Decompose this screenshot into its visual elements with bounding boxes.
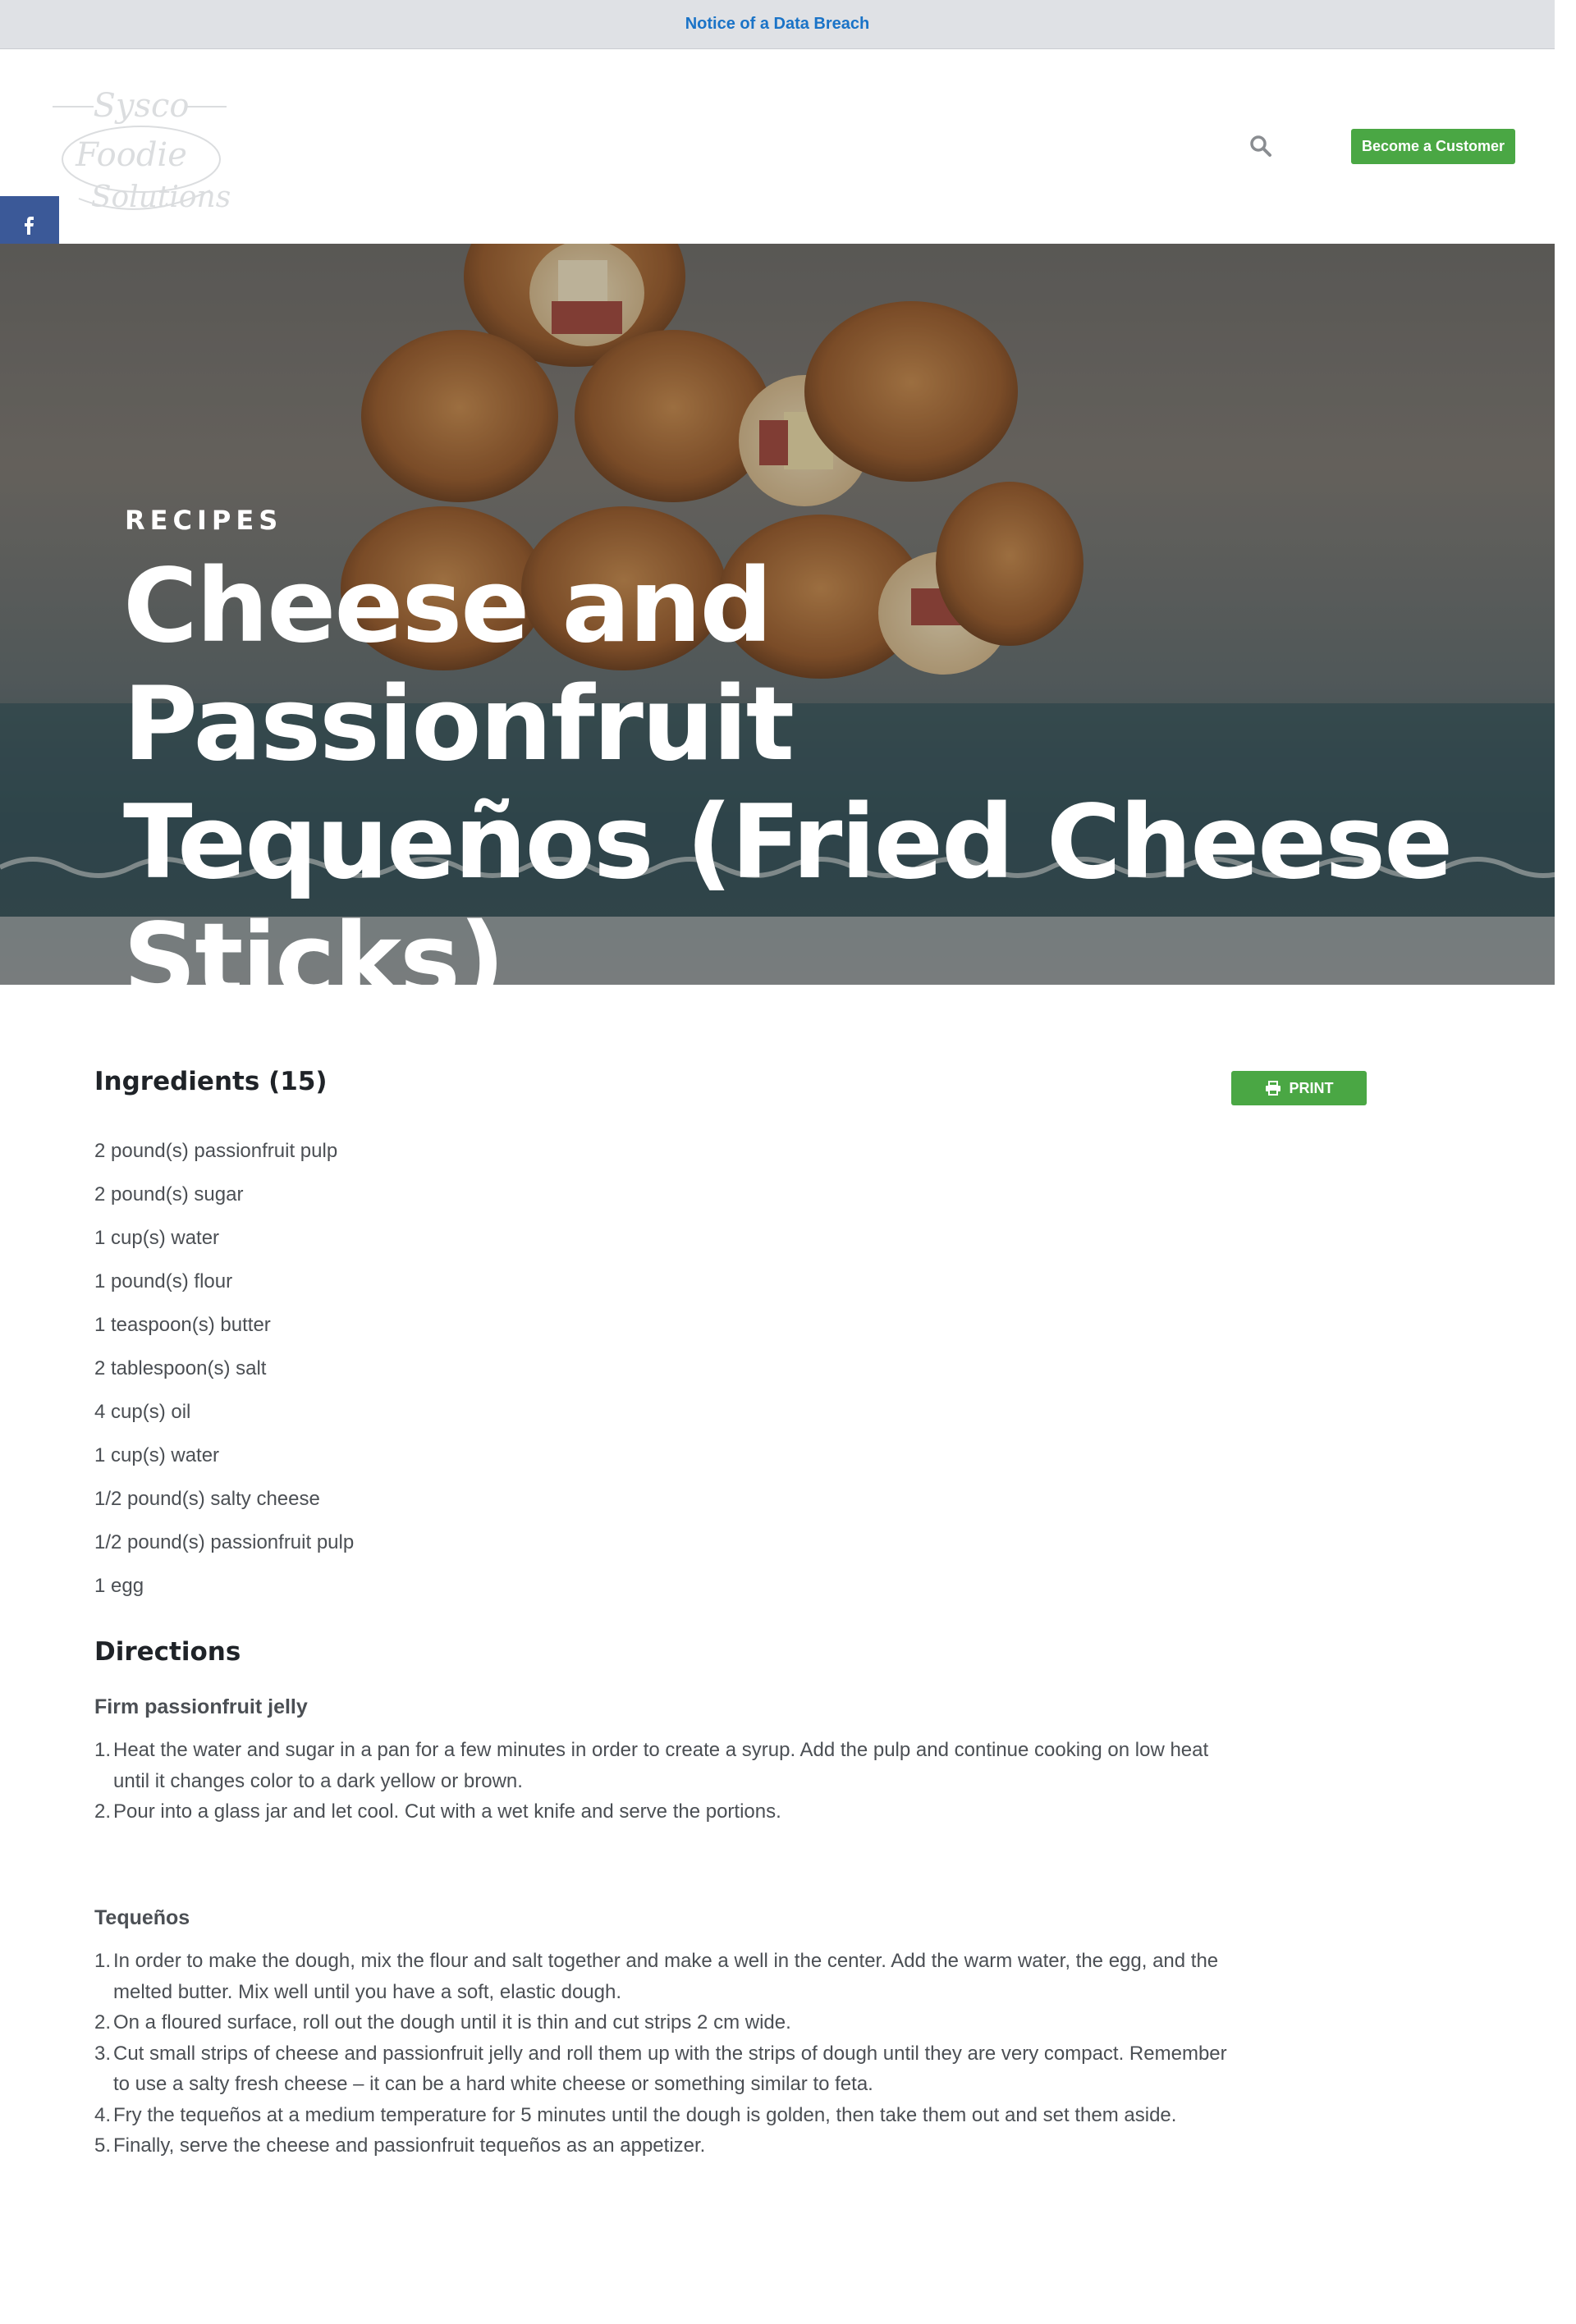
direction-step: 5. Finally, serve the cheese and passionf…	[94, 2134, 706, 2157]
direction-step: 1. Heat the water and sugar in a pan for …	[94, 1739, 1209, 1792]
printer-icon	[1265, 1081, 1280, 1096]
ingredient-item: 1 cup(s) water	[94, 1227, 220, 1249]
ingredient-item: 1 pound(s) flour	[94, 1270, 233, 1292]
data-breach-notice-link[interactable]: Notice of a Data Breach	[685, 15, 870, 34]
ingredient-item: 2 tablespoon(s) salt	[94, 1357, 267, 1379]
ingredient-item: 1 egg	[94, 1575, 144, 1597]
direction-step-text: In order to make the dough, mix the flou…	[113, 1950, 1219, 2003]
directions-step-list: 1. In order to make the dough, mix the fl…	[94, 1946, 1235, 2162]
ingredient-item: 2 pound(s) sugar	[94, 1183, 244, 1205]
ingredient-item: 1 teaspoon(s) butter	[94, 1314, 271, 1336]
logo-line-2: Foodie	[75, 136, 187, 174]
ingredient-item: 4 cup(s) oil	[94, 1401, 191, 1423]
direction-step: 2. Pour into a glass jar and let cool. Cu…	[94, 1800, 781, 1823]
direction-step-text: Pour into a glass jar and let cool. Cut …	[113, 1800, 781, 1823]
ingredient-item: 1 cup(s) water	[94, 1444, 220, 1466]
recipe-title-line-2: Tequeños (Fried Cheese	[123, 784, 1453, 902]
print-button[interactable]: PRINT	[1231, 1071, 1367, 1105]
search-button[interactable]	[1244, 130, 1277, 162]
direction-step-text: Finally, serve the cheese and passionfru…	[113, 2134, 706, 2157]
ingredient-item: 1/2 pound(s) passionfruit pulp	[94, 1531, 355, 1553]
print-label: PRINT	[1289, 1079, 1334, 1096]
directions-section-title: Firm passionfruit jelly	[94, 1695, 308, 1718]
direction-step: 3. Cut small strips of cheese and passion…	[94, 2042, 1227, 2096]
direction-step-text: Heat the water and sugar in a pan for a …	[113, 1739, 1209, 1792]
logo-line-1: Sysco	[93, 87, 189, 125]
direction-step-text: Fry the tequeños at a medium temperature…	[113, 2103, 1177, 2126]
ingredient-item: 2 pound(s) passionfruit pulp	[94, 1140, 338, 1162]
direction-step: 4. Fry the tequeños at a medium temperatu…	[94, 2103, 1177, 2126]
ingredients-heading: Ingredients (15)	[94, 1067, 328, 1096]
sysco-foodie-logo[interactable]: Sysco Foodie Solutions	[46, 84, 236, 223]
directions-heading: Directions	[94, 1637, 241, 1667]
direction-step-text: On a floured surface, roll out the dough…	[113, 2011, 791, 2034]
hero-category-label: RECIPES	[125, 505, 283, 536]
direction-step: 1. In order to make the dough, mix the fl…	[94, 1950, 1219, 2003]
recipe-title: Cheese and Passionfruit Tequeños (Fried …	[123, 547, 1469, 985]
notice-bar: Notice of a Data Breach	[0, 0, 1555, 49]
direction-step-text: Cut small strips of cheese and passionfr…	[113, 2042, 1227, 2096]
recipe-title-line-1: Cheese and Passionfruit	[123, 547, 795, 784]
directions-section-title: Tequeños	[94, 1906, 190, 1929]
facebook-icon	[25, 217, 34, 235]
directions-step-list: 1. Heat the water and sugar in a pan for …	[94, 1735, 1235, 1828]
ingredient-list: 2 pound(s) passionfruit pulp 2 pound(s) …	[94, 1129, 354, 1608]
site-header: Sysco Foodie Solutions Become a Customer	[0, 49, 1555, 244]
search-icon	[1250, 135, 1271, 157]
hero-banner: RECIPES Cheese and Passionfruit Tequeños…	[0, 244, 1555, 985]
ingredient-item: 1/2 pound(s) salty cheese	[94, 1488, 320, 1510]
recipe-title-line-3: Sticks)	[123, 902, 506, 985]
direction-step: 2. On a floured surface, roll out the dou…	[94, 2011, 791, 2034]
become-a-customer-button[interactable]: Become a Customer	[1351, 129, 1515, 164]
logo-line-3: Solutions	[91, 181, 231, 214]
